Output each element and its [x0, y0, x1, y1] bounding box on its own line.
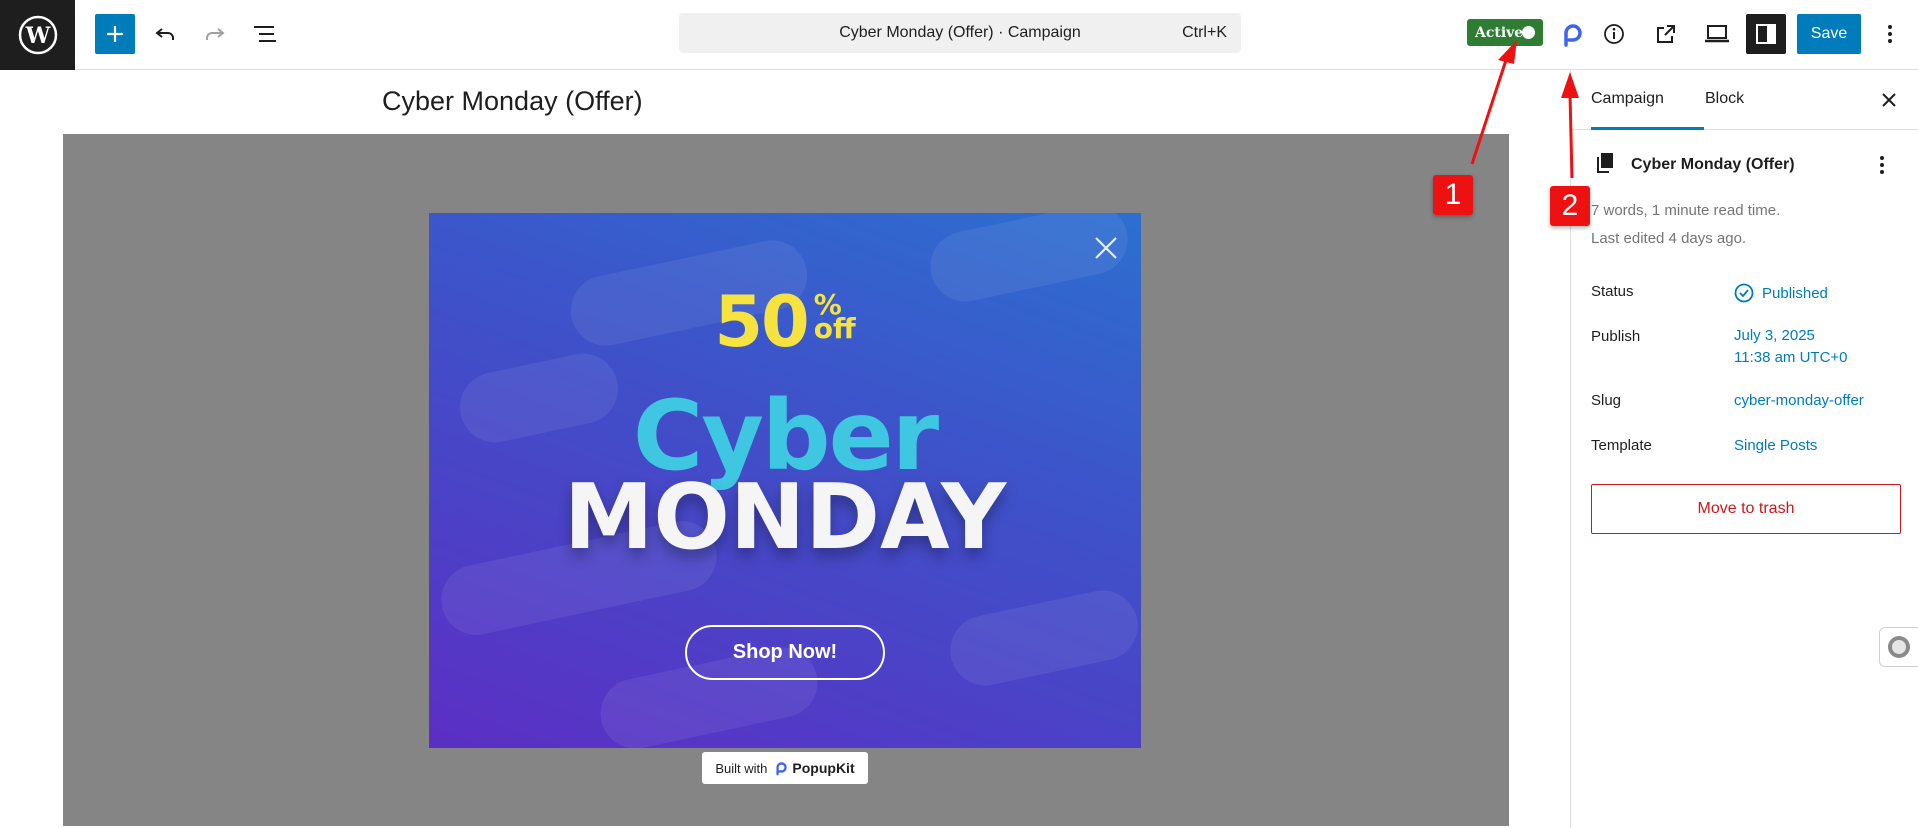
wordpress-icon: W: [18, 15, 57, 55]
external-link-icon: [1657, 25, 1675, 43]
word-count: 7 words, 1 minute read time.: [1591, 202, 1781, 219]
document-overview-button[interactable]: [245, 14, 285, 54]
top-toolbar: W Cyber Monday (Offer) · Campaign Ctrl+K…: [0, 0, 1918, 70]
save-button[interactable]: Save: [1797, 14, 1861, 54]
template-label: Template: [1591, 437, 1652, 454]
toggle-knob: [1522, 26, 1535, 39]
last-edited: Last edited 4 days ago.: [1591, 230, 1747, 247]
close-icon[interactable]: [1879, 90, 1899, 110]
brand-name: PopupKit: [792, 760, 855, 776]
redo-button[interactable]: [195, 14, 235, 54]
discount-suffix: % off: [813, 291, 856, 345]
status-value[interactable]: Published: [1734, 283, 1828, 303]
floating-widget-button[interactable]: [1879, 627, 1918, 667]
status-text: Published: [1762, 284, 1828, 302]
undo-button[interactable]: [145, 14, 185, 54]
built-with-label: Built with: [715, 760, 768, 776]
command-palette-bar[interactable]: Cyber Monday (Offer) · Campaign Ctrl+K: [679, 13, 1241, 53]
preview-device-button[interactable]: [1697, 14, 1737, 54]
annotation-marker-1: 1: [1433, 175, 1473, 215]
popup-close-icon[interactable]: [1093, 235, 1119, 261]
shop-now-button[interactable]: Shop Now!: [685, 625, 885, 680]
status-label: Status: [1591, 283, 1634, 300]
slug-label: Slug: [1591, 392, 1622, 409]
popup-canvas: 50 % off Cyber MONDAY Shop Now!: [63, 134, 1509, 826]
publish-label: Publish: [1591, 328, 1641, 345]
tab-campaign[interactable]: Campaign: [1591, 90, 1664, 108]
brand-label: PopupKit: [773, 760, 855, 776]
svg-text:W: W: [24, 23, 50, 49]
slug-value[interactable]: cyber-monday-offer: [1734, 392, 1864, 409]
document-bar-title: Cyber Monday (Offer) · Campaign: [839, 24, 1081, 41]
active-label: Active: [1475, 24, 1524, 41]
info-icon: [1604, 24, 1624, 44]
decorative-shape: [943, 584, 1141, 692]
settings-sidebar: Campaign Block Cyber Monday (Offer) 7 wo…: [1570, 70, 1918, 828]
popupkit-logo-icon: [1564, 24, 1582, 47]
discount-number: 50: [714, 281, 809, 363]
list-view-icon: [254, 26, 276, 42]
published-check-icon: [1734, 283, 1754, 303]
widget-icon: [1888, 636, 1910, 658]
editor-screen: W Cyber Monday (Offer) · Campaign Ctrl+K…: [0, 0, 1918, 828]
annotation-marker-2: 2: [1550, 186, 1590, 226]
sidebar-icon: [1756, 24, 1776, 44]
wordpress-logo-button[interactable]: W: [0, 0, 75, 70]
options-menu-button[interactable]: [1870, 14, 1910, 54]
post-title[interactable]: Cyber Monday (Offer): [382, 86, 643, 117]
document-actions-icon[interactable]: [1879, 154, 1885, 176]
details-button[interactable]: [1594, 14, 1634, 54]
undo-icon: [155, 28, 174, 40]
document-icon: [1597, 153, 1613, 173]
vertical-ellipsis-icon: [1888, 25, 1892, 43]
view-post-button[interactable]: [1646, 14, 1686, 54]
laptop-icon: [1705, 25, 1729, 43]
off-label: off: [813, 311, 856, 345]
plus-icon: [107, 26, 123, 42]
keyboard-shortcut-hint: Ctrl+K: [1182, 24, 1227, 41]
add-block-button[interactable]: [95, 14, 135, 54]
move-to-trash-button[interactable]: Move to trash: [1591, 484, 1901, 534]
redo-icon: [206, 28, 225, 40]
publish-time[interactable]: 11:38 am UTC+0: [1734, 349, 1848, 366]
sidebar-tabs: Campaign Block: [1571, 70, 1918, 130]
publish-date[interactable]: July 3, 2025: [1734, 327, 1815, 344]
discount-badge: 50 % off: [429, 287, 1141, 357]
built-with-badge[interactable]: Built with PopupKit: [702, 752, 868, 784]
active-tab-indicator: [1591, 127, 1704, 130]
campaign-active-toggle[interactable]: Active: [1467, 19, 1543, 46]
document-title: Cyber Monday (Offer): [1631, 156, 1795, 173]
popupkit-logo-icon: [776, 762, 788, 776]
settings-sidebar-toggle[interactable]: [1746, 14, 1786, 54]
template-value[interactable]: Single Posts: [1734, 437, 1817, 454]
headline-monday: MONDAY: [563, 465, 1007, 570]
popup-preview[interactable]: 50 % off Cyber MONDAY Shop Now!: [429, 213, 1141, 748]
tab-block[interactable]: Block: [1705, 90, 1744, 108]
popupkit-button[interactable]: [1552, 14, 1592, 54]
